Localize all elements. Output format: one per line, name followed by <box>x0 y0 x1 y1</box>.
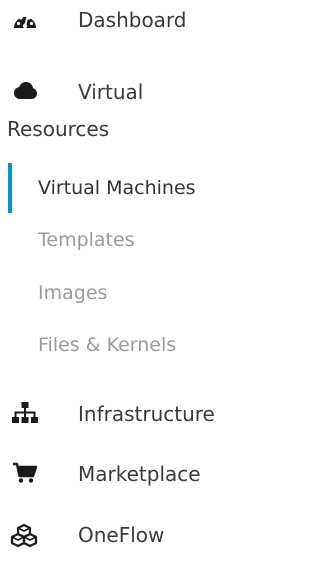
submenu-item-files-kernels[interactable]: Files & Kernels <box>12 329 246 363</box>
shopping-cart-icon <box>12 462 38 484</box>
submenu-item-label: Virtual Machines <box>38 177 196 199</box>
sidebar-item-infrastructure[interactable]: Infrastructure <box>0 392 246 436</box>
submenu-item-label: Files & Kernels <box>38 334 177 356</box>
sidebar-item-label-line2: Resources <box>7 117 110 141</box>
sidebar-item-oneflow[interactable]: OneFlow <box>0 512 246 560</box>
submenu-item-templates[interactable]: Templates <box>12 224 246 258</box>
cloud-icon <box>12 81 38 101</box>
sidebar-item-label: OneFlow <box>78 523 165 547</box>
submenu-item-virtual-machines[interactable]: Virtual Machines <box>12 172 246 206</box>
dashboard-gauge-icon <box>12 8 38 32</box>
sidebar-item-label: Dashboard <box>78 8 187 32</box>
cubes-icon <box>10 524 38 550</box>
sidebar-item-virtual-resources[interactable]: Virtual Resources <box>0 72 246 148</box>
sidebar-item-label: Virtual <box>78 80 144 104</box>
submenu-item-label: Templates <box>38 229 135 251</box>
sidebar-item-dashboard[interactable]: Dashboard <box>0 0 246 44</box>
sitemap-icon <box>12 402 38 424</box>
sidebar-item-label: Marketplace <box>78 462 201 486</box>
sidebar-item-marketplace[interactable]: Marketplace <box>0 452 246 496</box>
sidebar-item-label: Infrastructure <box>78 402 215 426</box>
submenu-item-images[interactable]: Images <box>12 277 246 311</box>
submenu-item-label: Images <box>38 282 108 304</box>
